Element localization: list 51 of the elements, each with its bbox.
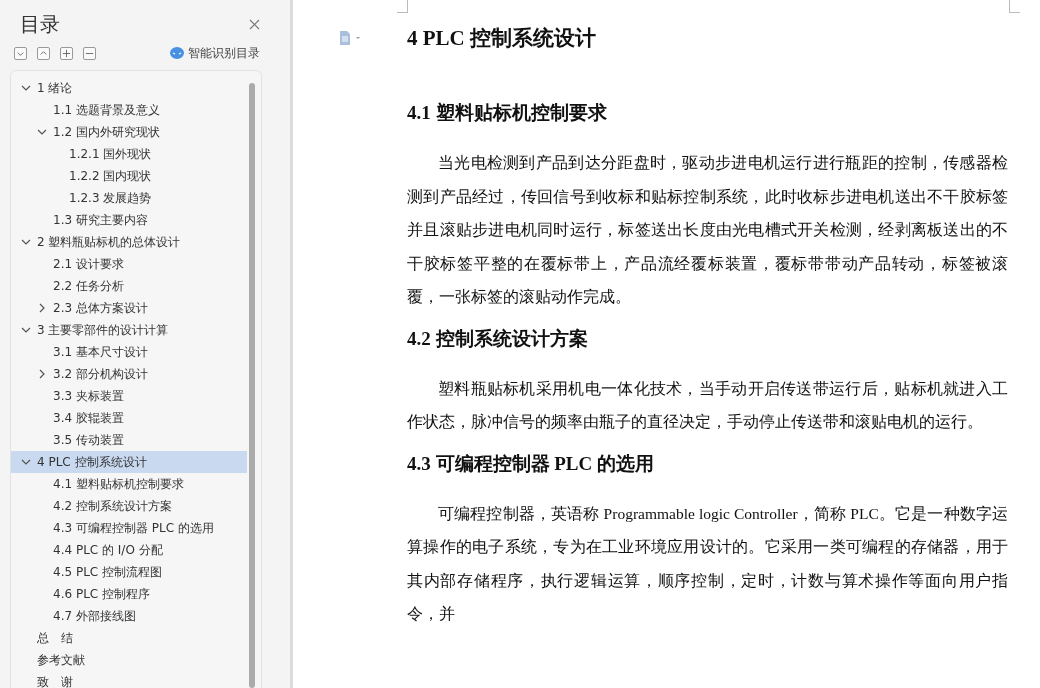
- toc-item[interactable]: 4.4 PLC 的 I/O 分配: [11, 539, 247, 561]
- robot-face-icon: [170, 47, 184, 59]
- collapse-all-icon[interactable]: [37, 46, 50, 60]
- chevron-down-icon[interactable]: [21, 457, 31, 467]
- sidebar-title: 目录: [20, 10, 60, 38]
- toc-item[interactable]: 3 主要零部件的设计计算: [11, 319, 247, 341]
- toc-item[interactable]: 4.3 可编程控制器 PLC 的选用: [11, 517, 247, 539]
- toc-item[interactable]: 1.3 研究主要内容: [11, 209, 247, 231]
- chapter-heading: 4 PLC 控制系统设计: [407, 25, 597, 52]
- body-paragraph: 可编程控制器，英语称 Programmable logic Controller，简称 PLC。它是一种数字运算操作的电子系统，专为在工业环境应用设计的。它采用一类可编程的存储器，用于其内部存储程序，执行逻辑运算，顺序控制，定时，计数与算术操作等面向用户指令，并: [407, 503, 1008, 624]
- toc-item[interactable]: 2.1 设计要求: [11, 253, 247, 275]
- toc-item[interactable]: 4.7 外部接线图: [11, 605, 247, 627]
- toc-item[interactable]: 3.2 部分机构设计: [11, 363, 247, 385]
- toc-item[interactable]: 3.4 胶辊装置: [11, 407, 247, 429]
- toc-item[interactable]: 4.5 PLC 控制流程图: [11, 561, 247, 583]
- toc-item[interactable]: 总 结: [11, 627, 247, 649]
- toc-item[interactable]: 致 谢: [11, 671, 247, 688]
- chevron-down-icon[interactable]: [21, 325, 31, 335]
- toc-item[interactable]: 参考文献: [11, 649, 247, 671]
- body-paragraph: 当光电检测到产品到达分距盘时，驱动步进电机运行进行瓶距的控制，传感器检测到产品经过，传回信号到收标和贴标控制系统，此时收标步进电机送出不干胶标签并且滚贴步进电机同时运行，标签送出长度由光电槽式开关检测，经剥离板送出的不干胶标签平整的在覆标带上，产品流经覆标装置，覆标带带动产品转动，标签被滚覆，一张标签的滚贴动作完成。: [407, 153, 1008, 307]
- chevron-down-icon[interactable]: [37, 127, 47, 137]
- section-heading: 4.2 控制系统设计方案: [407, 326, 589, 351]
- expand-all-icon[interactable]: [14, 46, 27, 60]
- toc-item[interactable]: 1.2.2 国内现状: [11, 165, 247, 187]
- close-icon[interactable]: [249, 18, 260, 30]
- toc-item[interactable]: 1.2.1 国外现状: [11, 143, 247, 165]
- toc-item[interactable]: 2.3 总体方案设计: [11, 297, 247, 319]
- toc-item[interactable]: 4.2 控制系统设计方案: [11, 495, 247, 517]
- minus-icon[interactable]: [83, 46, 96, 60]
- chevron-right-icon[interactable]: [37, 303, 47, 313]
- toc-item[interactable]: 3.1 基本尺寸设计: [11, 341, 247, 363]
- scrollbar[interactable]: [249, 83, 255, 688]
- chevron-down-icon[interactable]: [21, 83, 31, 93]
- chevron-down-icon[interactable]: [21, 237, 31, 247]
- toc-item[interactable]: 4.6 PLC 控制程序: [11, 583, 247, 605]
- toc-item[interactable]: 2 塑料瓶贴标机的总体设计: [11, 231, 247, 253]
- toc-item[interactable]: 2.2 任务分析: [11, 275, 247, 297]
- toc-item[interactable]: 1.1 选题背景及意义: [11, 99, 247, 121]
- toc-item[interactable]: 1 绪论: [11, 77, 247, 99]
- plus-icon[interactable]: [60, 46, 73, 60]
- smart-toc-button[interactable]: 智能识别目录: [170, 44, 260, 62]
- body-paragraph: 塑料瓶贴标机采用机电一体化技术，当手动开启传送带运行后，贴标机就进入工作状态，脉冲信号的频率由瓶子的直径决定，手动停止传送带和滚贴电机的运行。: [407, 378, 1008, 432]
- chevron-right-icon[interactable]: [37, 369, 47, 379]
- section-heading: 4.3 可编程控制器 PLC 的选用: [407, 451, 655, 476]
- section-heading: 4.1 塑料贴标机控制要求: [407, 101, 608, 125]
- toc-item[interactable]: 4.1 塑料贴标机控制要求: [11, 473, 247, 495]
- toc-item[interactable]: 4 PLC 控制系统设计: [11, 451, 247, 473]
- toc-item[interactable]: 3.5 传动装置: [11, 429, 247, 451]
- toc-item[interactable]: 1.2 国内外研究现状: [11, 121, 247, 143]
- toc-item[interactable]: 3.3 夹标装置: [11, 385, 247, 407]
- toc-item[interactable]: 1.2.3 发展趋势: [11, 187, 247, 209]
